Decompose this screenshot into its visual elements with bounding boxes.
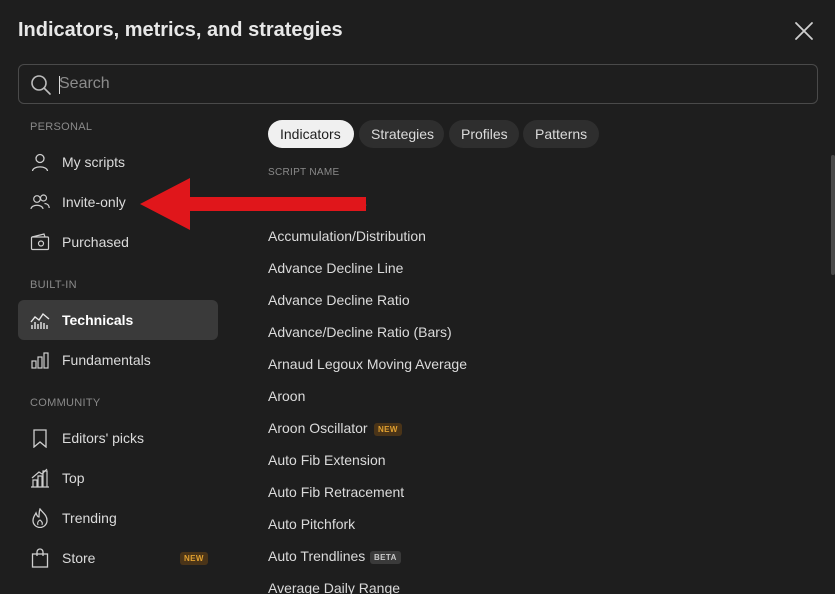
list-item[interactable]: Auto Trendlines BETA bbox=[268, 540, 808, 572]
script-name: Accumulation/Distribution bbox=[268, 228, 426, 244]
sidebar-item-my-scripts[interactable]: My scripts bbox=[18, 142, 218, 182]
list-scrollbar[interactable] bbox=[831, 155, 835, 275]
script-name: Advance Decline Ratio bbox=[268, 292, 410, 308]
script-list: 24-hour Volume Accumulation/Distribution… bbox=[268, 188, 828, 594]
search-box[interactable] bbox=[18, 64, 818, 104]
beta-badge: BETA bbox=[370, 551, 401, 564]
list-item[interactable]: Advance/Decline Ratio (Bars) bbox=[268, 316, 808, 348]
wallet-icon bbox=[30, 233, 50, 251]
section-label-community: COMMUNITY bbox=[30, 397, 101, 409]
bookmark-icon bbox=[33, 429, 47, 448]
list-item[interactable]: Accumulation/Distribution bbox=[268, 220, 808, 252]
list-item[interactable]: Average Daily Range bbox=[268, 572, 808, 594]
sidebar-item-label: Purchased bbox=[62, 234, 129, 250]
sidebar-item-invite-only[interactable]: Invite-only bbox=[18, 182, 218, 222]
sidebar-item-trending[interactable]: Trending bbox=[18, 498, 218, 538]
close-icon bbox=[795, 22, 813, 40]
sidebar-item-label: Editors' picks bbox=[62, 430, 145, 446]
tab-patterns[interactable]: Patterns bbox=[523, 120, 599, 148]
list-item[interactable]: Advance Decline Ratio bbox=[268, 284, 808, 316]
search-icon bbox=[31, 75, 51, 95]
script-name: Advance/Decline Ratio (Bars) bbox=[268, 324, 452, 340]
dialog-title: Indicators, metrics, and strategies bbox=[18, 19, 343, 41]
sidebar-item-editors-picks[interactable]: Editors' picks bbox=[18, 418, 218, 458]
text-caret bbox=[59, 76, 60, 94]
column-header-script-name: SCRIPT NAME bbox=[268, 167, 340, 178]
sidebar-item-label: Top bbox=[62, 470, 85, 486]
search-input[interactable] bbox=[59, 72, 799, 96]
new-badge: NEW bbox=[180, 552, 208, 565]
trophy-chart-icon bbox=[31, 468, 49, 488]
sidebar-item-label: Technicals bbox=[62, 312, 134, 328]
sidebar-item-label: Invite-only bbox=[62, 194, 126, 210]
sidebar: PERSONAL My scripts Invite-only Purchase… bbox=[18, 112, 218, 594]
section-label-personal: PERSONAL bbox=[30, 121, 93, 133]
flame-icon bbox=[32, 508, 48, 528]
tab-strategies[interactable]: Strategies bbox=[359, 120, 444, 148]
indicators-dialog: Indicators, metrics, and strategies PERS… bbox=[0, 0, 835, 594]
users-icon bbox=[30, 194, 50, 210]
script-name: Auto Trendlines bbox=[268, 548, 366, 564]
sidebar-item-technicals[interactable]: Technicals bbox=[18, 300, 218, 340]
list-item[interactable]: Auto Fib Extension bbox=[268, 444, 808, 476]
user-icon bbox=[31, 153, 49, 172]
sidebar-item-store[interactable]: Store NEW bbox=[18, 538, 218, 578]
tab-indicators[interactable]: Indicators bbox=[268, 120, 354, 148]
script-name: 24-hour Volume bbox=[268, 196, 367, 212]
script-name: Aroon Oscillator bbox=[268, 420, 368, 436]
bar-chart-icon bbox=[31, 352, 49, 369]
script-name: Aroon bbox=[268, 388, 306, 404]
script-name: Average Daily Range bbox=[268, 580, 401, 594]
sidebar-item-label: My scripts bbox=[62, 154, 125, 170]
script-name: Advance Decline Line bbox=[268, 260, 404, 276]
sidebar-item-label: Store bbox=[62, 550, 96, 566]
list-item[interactable]: Auto Pitchfork bbox=[268, 508, 808, 540]
list-item[interactable]: Auto Fib Retracement bbox=[268, 476, 808, 508]
script-name: Auto Pitchfork bbox=[268, 516, 356, 532]
section-label-built-in: BUILT-IN bbox=[30, 279, 77, 291]
list-item[interactable]: Aroon bbox=[268, 380, 808, 412]
close-button[interactable] bbox=[792, 19, 816, 43]
list-item[interactable]: Arnaud Legoux Moving Average bbox=[268, 348, 808, 380]
sidebar-item-fundamentals[interactable]: Fundamentals bbox=[18, 340, 218, 380]
chart-line-icon bbox=[30, 312, 50, 329]
new-badge: NEW bbox=[374, 423, 402, 436]
sidebar-item-label: Trending bbox=[62, 510, 117, 526]
script-name: Auto Fib Extension bbox=[268, 452, 386, 468]
script-name: Auto Fib Retracement bbox=[268, 484, 405, 500]
shopping-bag-icon bbox=[31, 548, 49, 568]
list-item[interactable]: Aroon Oscillator NEW bbox=[268, 412, 808, 444]
sidebar-item-label: Fundamentals bbox=[62, 352, 151, 368]
sidebar-item-purchased[interactable]: Purchased bbox=[18, 222, 218, 262]
script-name: Arnaud Legoux Moving Average bbox=[268, 356, 467, 372]
sidebar-item-top[interactable]: Top bbox=[18, 458, 218, 498]
list-item[interactable]: 24-hour Volume bbox=[268, 188, 808, 220]
tab-profiles[interactable]: Profiles bbox=[449, 120, 519, 148]
list-item[interactable]: Advance Decline Line bbox=[268, 252, 808, 284]
